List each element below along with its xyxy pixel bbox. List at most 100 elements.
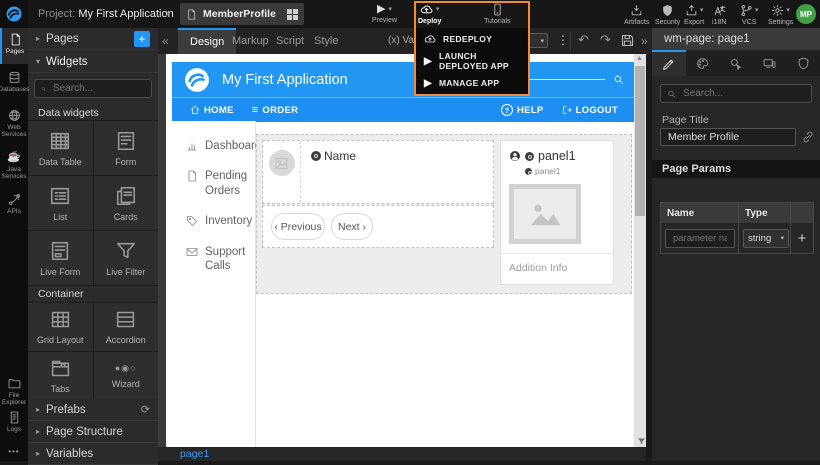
tutorials-button[interactable]: Tutorials [484,3,511,25]
section-prefabs[interactable]: ▸ Prefabs ⟳ [28,399,158,421]
param-name-cell [661,223,739,253]
member-picture-placeholder[interactable] [269,150,295,176]
open-file-tab[interactable]: MemberProfile [180,3,304,25]
rail-item-databases[interactable]: Databases [0,66,28,102]
widget-list[interactable]: List [28,176,93,230]
deploy-button[interactable]: ▾ Deploy [418,3,441,25]
member-card[interactable]: Name [262,140,494,204]
widget-search[interactable] [34,79,152,98]
canvas-scrollbar[interactable]: ▲ [634,54,646,447]
undo-icon[interactable]: ↶ [578,32,589,48]
wizard-icon: ●◉○ [115,363,137,374]
properties-search[interactable] [660,84,812,103]
tab-security[interactable] [786,50,820,76]
widget-accordion[interactable]: Accordion [94,303,159,351]
previous-button[interactable]: ‹ Previous [271,213,325,240]
rail-item-logs[interactable]: Logs [0,406,28,438]
widget-search-input[interactable] [51,82,145,95]
globe-icon [8,109,21,122]
tab-inspect[interactable] [719,50,753,76]
widget-cards[interactable]: Cards [94,176,159,230]
app-search-icon[interactable] [613,74,624,85]
artifacts-button[interactable]: Artifacts [624,4,649,26]
app-nav-support-calls[interactable]: Support Calls [186,245,256,274]
wavemaker-logo[interactable] [0,0,28,28]
app-nav-inventory[interactable]: Inventory [186,214,256,228]
nav-order[interactable]: ≡ORDER [252,104,299,116]
add-page-button[interactable]: + [134,31,150,47]
tab-properties[interactable] [652,50,686,76]
export-button[interactable]: ▾ Export [684,4,704,26]
widget-form[interactable]: Form [94,121,159,175]
widget-live-form[interactable]: Live Form [28,231,93,285]
nav-help[interactable]: ?HELP [501,104,544,116]
page-params-table: Name Type string ▾ + [660,202,814,254]
page-tab[interactable]: page1 [180,448,209,460]
widget-live-form-label: Live Form [40,267,80,277]
expand-right-panel-icon[interactable]: » [641,34,648,48]
nav-home[interactable]: HOME [190,105,234,116]
tab-devices[interactable] [753,50,787,76]
panel1-widget[interactable]: panel1 panel1 Addition Info [500,140,614,285]
panel1-header[interactable]: panel1 [501,141,613,163]
properties-search-input[interactable] [681,87,805,100]
menu-item-redeploy[interactable]: REDEPLOY [416,28,528,50]
bind-link-icon[interactable] [802,131,814,143]
app-nav-dashboard[interactable]: Dashboard [186,139,256,153]
dashboard-grid-icon[interactable] [287,9,298,20]
section-page-structure[interactable]: ▸ Page Structure [28,421,158,443]
widget-live-filter[interactable]: Live Filter [94,231,159,285]
rail-item-java-services[interactable]: ☕ Java Services [0,146,28,186]
panel1-image-placeholder[interactable] [509,184,581,244]
page-title-input[interactable] [660,128,796,146]
rail-item-file-explorer[interactable]: File Explorer [0,372,28,410]
security-button[interactable]: Security [655,4,680,26]
user-avatar[interactable]: MP [796,4,816,24]
rail-more-button[interactable]: ••• [0,442,28,458]
app-header[interactable]: My First Application [172,62,634,97]
rail-item-pages[interactable]: Pages [0,28,28,64]
save-icon[interactable] [620,33,635,48]
section-variables[interactable]: ▸ Variables [28,443,158,465]
param-type-select[interactable]: string ▾ [743,229,789,248]
col-header-type: Type [739,203,791,223]
rail-item-apis[interactable]: APIs [0,188,28,222]
kebab-menu-icon[interactable]: ⋮ [557,33,569,47]
param-name-input[interactable] [665,229,735,248]
collapse-left-panel-icon[interactable]: « [162,34,169,48]
tab-style[interactable]: Style [302,28,350,54]
name-label-widget[interactable]: Name [311,149,356,163]
menu-item-launch-deployed-app[interactable]: ▶ LAUNCH DEPLOYED APP [416,50,528,72]
widget-grid-layout[interactable]: Grid Layout [28,303,93,351]
section-pages[interactable]: ▸ Pages + [28,28,158,50]
menu-item-manage-app[interactable]: ▶ MANAGE APP [416,72,528,94]
widget-tabs[interactable]: Tabs [28,352,93,400]
support-mail-icon [186,246,198,258]
widget-data-table[interactable]: Data Table [28,121,93,175]
app-nav-pending-orders[interactable]: Pending Orders [186,169,256,198]
rail-item-web-services[interactable]: Web Services [0,104,28,144]
vcs-button[interactable]: ▾ VCS [740,4,759,26]
image-placeholder-icon [528,200,562,228]
widgets-section-label: Widgets [46,56,88,68]
redo-icon[interactable]: ↷ [600,32,611,48]
live-form-icon [49,240,71,262]
design-canvas[interactable]: My First Application HOME ≡ORDER ?HELP L… [166,54,634,447]
member-picture-cell[interactable] [263,141,301,203]
preview-button[interactable]: ▶▾ Preview [372,4,397,24]
add-param-button[interactable]: + [798,230,807,247]
i18n-button[interactable]: i18N [712,4,726,26]
nav-logout[interactable]: LOGOUT [562,105,618,116]
tab-styles[interactable] [686,50,720,76]
project-name[interactable]: My First Application [78,8,173,20]
bottom-filter-icon[interactable] [637,437,646,446]
prefabs-refresh-icon[interactable]: ⟳ [141,403,150,416]
scrollbar-up-icon[interactable]: ▲ [636,55,643,62]
settings-button[interactable]: ▾ Settings [768,4,793,26]
next-button[interactable]: Next › [331,213,373,240]
phone-icon [491,3,504,16]
widget-wizard[interactable]: ●◉○Wizard [94,352,159,400]
artifacts-download-icon [630,4,643,17]
canvas-scrollbar-thumb[interactable] [635,66,645,216]
section-widgets[interactable]: ▾ Widgets [28,51,158,73]
